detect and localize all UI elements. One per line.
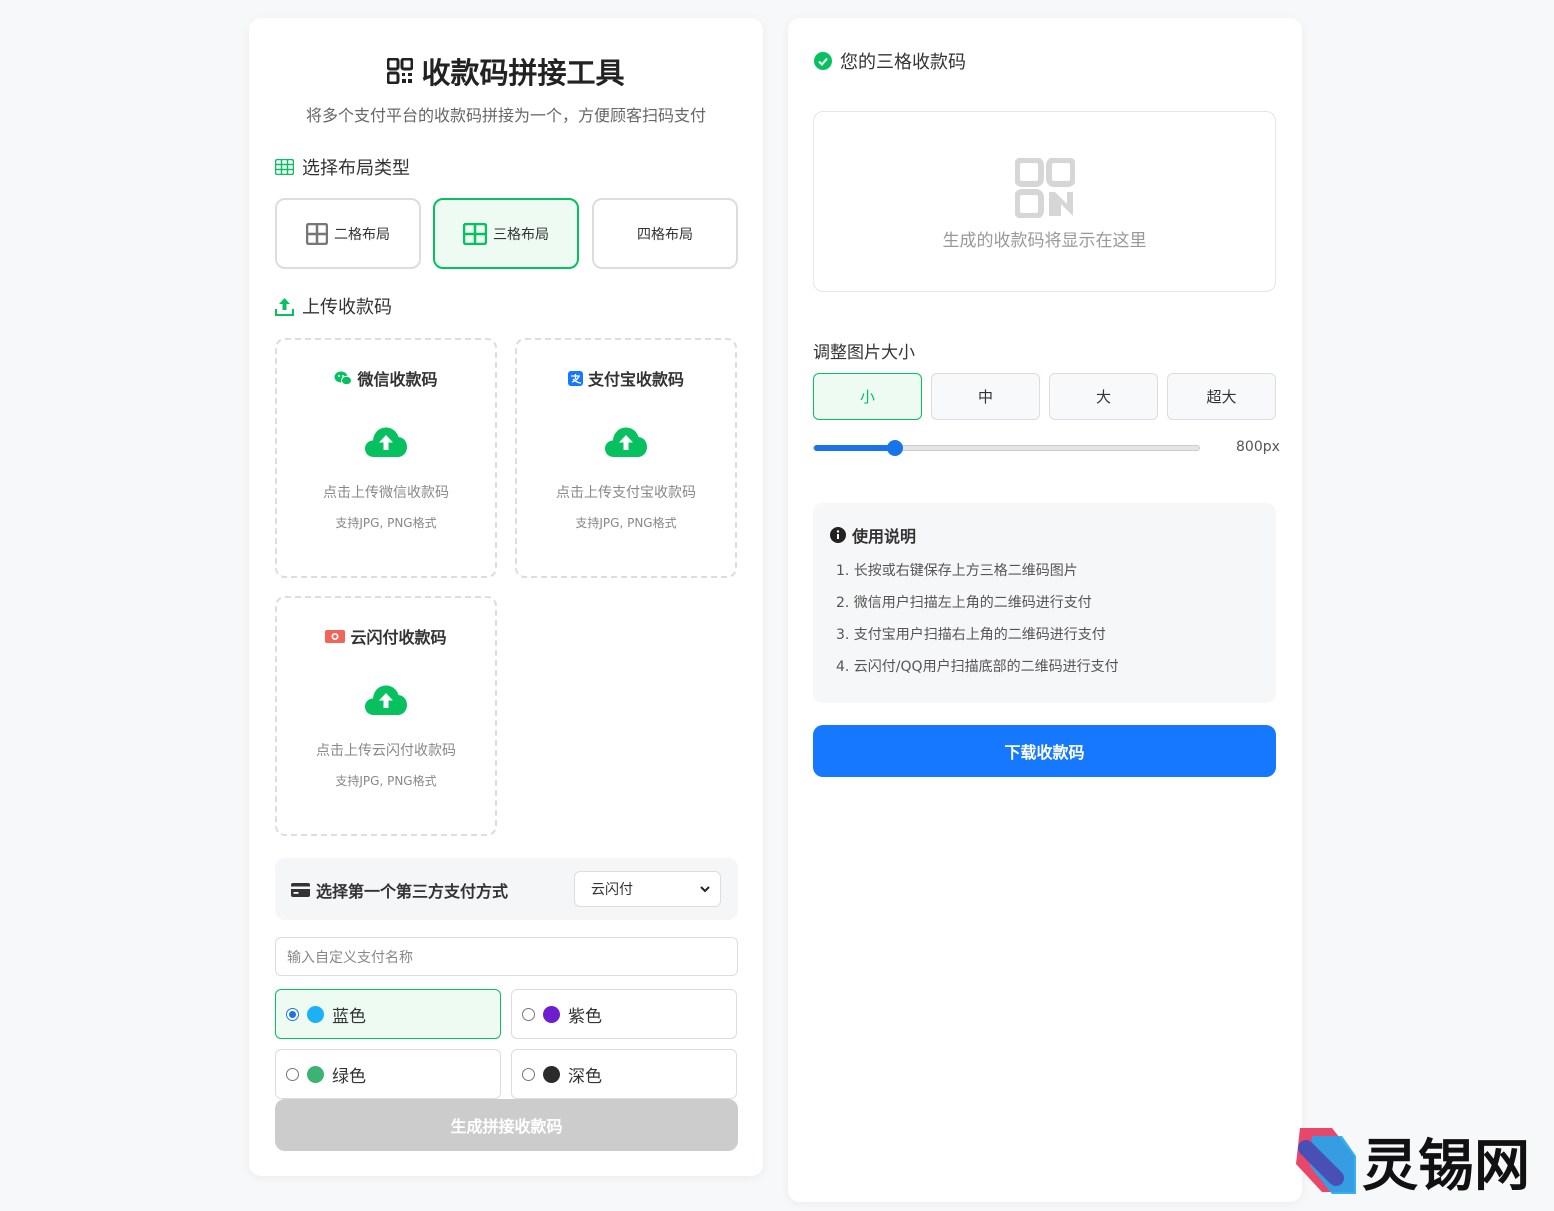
color-option-purple[interactable]: 紫色 xyxy=(511,989,737,1039)
upload-wechat-title: 微信收款码 xyxy=(277,366,495,390)
cloud-upload-icon xyxy=(277,426,495,458)
check-circle-icon xyxy=(814,52,832,70)
color-swatch xyxy=(543,1065,560,1083)
chevron-down-icon xyxy=(700,886,710,893)
color-swatch xyxy=(307,1065,324,1083)
instruction-item: 1. 长按或右键保存上方三格二维码图片 xyxy=(836,563,1078,579)
cloud-upload-icon xyxy=(517,426,735,458)
layout-option-two[interactable]: 二格布局 xyxy=(275,198,421,269)
info-icon xyxy=(830,527,846,543)
layout-option-label: 二格布局 xyxy=(334,226,390,243)
upload-unionpay[interactable]: 云闪付收款码 点击上传云闪付收款码 支持JPG, PNG格式 xyxy=(275,596,497,836)
size-option-large[interactable]: 大 xyxy=(1049,373,1158,420)
upload-icon xyxy=(275,297,294,316)
instruction-item: 3. 支付宝用户扫描右上角的二维码进行支付 xyxy=(836,627,1106,643)
wechat-icon xyxy=(334,371,353,385)
grid-two-icon xyxy=(306,222,328,245)
upload-alipay[interactable]: 支付宝收款码 点击上传支付宝收款码 支持JPG, PNG格式 xyxy=(515,338,737,578)
color-swatch xyxy=(543,1005,560,1023)
slider-fill xyxy=(814,445,895,451)
generate-button[interactable]: 生成拼接收款码 xyxy=(275,1099,738,1151)
layout-option-four[interactable]: 四格布局 xyxy=(592,198,738,269)
radio-button[interactable] xyxy=(522,1067,535,1081)
color-label: 紫色 xyxy=(568,1006,602,1027)
color-swatch xyxy=(307,1005,324,1023)
upload-format: 支持JPG, PNG格式 xyxy=(335,516,437,530)
upload-section-title: 上传收款码 xyxy=(275,293,392,319)
layout-section-label: 选择布局类型 xyxy=(302,158,410,179)
color-label: 深色 xyxy=(568,1066,602,1087)
upload-format: 支持JPG, PNG格式 xyxy=(575,516,677,530)
layout-section-title: 选择布局类型 xyxy=(275,154,410,180)
color-label: 绿色 xyxy=(332,1066,366,1087)
qrcode-icon xyxy=(387,58,414,84)
upload-hint: 点击上传支付宝收款码 xyxy=(556,485,696,501)
settings-panel: 收款码拼接工具 将多个支付平台的收款码拼接为一个，方便顾客扫码支付 选择布局类型… xyxy=(249,18,763,1176)
instruction-item: 2. 微信用户扫描左上角的二维码进行支付 xyxy=(836,595,1092,611)
size-option-medium[interactable]: 中 xyxy=(931,373,1040,420)
cloud-upload-icon xyxy=(277,684,495,716)
layout-option-three[interactable]: 三格布局 xyxy=(433,198,579,269)
upload-unionpay-title: 云闪付收款码 xyxy=(277,624,495,648)
size-value: 800px xyxy=(1236,439,1280,455)
color-option-green[interactable]: 绿色 xyxy=(275,1049,501,1099)
upload-alipay-title: 支付宝收款码 xyxy=(517,366,735,390)
third-party-label: 选择第一个第三方支付方式 xyxy=(291,878,508,902)
radio-button[interactable] xyxy=(286,1067,299,1081)
third-party-label-text: 选择第一个第三方支付方式 xyxy=(316,882,509,901)
result-preview: 生成的收款码将显示在这里 xyxy=(813,111,1276,292)
alipay-icon xyxy=(567,370,583,386)
table-icon xyxy=(275,159,294,175)
layout-option-label: 三格布局 xyxy=(493,226,549,243)
upload-format: 支持JPG, PNG格式 xyxy=(335,774,437,788)
instruction-item: 4. 云闪付/QQ用户扫描底部的二维码进行支付 xyxy=(836,659,1119,675)
instructions-title: 使用说明 xyxy=(830,523,916,547)
download-button[interactable]: 下载收款码 xyxy=(813,725,1276,777)
result-title-text: 您的三格收款码 xyxy=(840,52,966,73)
page-subtitle: 将多个支付平台的收款码拼接为一个，方便顾客扫码支付 xyxy=(305,106,706,125)
radio-button[interactable] xyxy=(286,1007,299,1021)
watermark-logo: 灵锡网 xyxy=(1292,1124,1540,1199)
upload-title-text: 支付宝收款码 xyxy=(587,370,684,389)
color-option-blue[interactable]: 蓝色 xyxy=(275,989,501,1039)
layout-option-label: 四格布局 xyxy=(637,226,693,243)
credit-card-icon xyxy=(291,883,310,897)
result-panel: 您的三格收款码 生成的收款码将显示在这里 调整图片大小 小 中 大 超大 800… xyxy=(788,18,1302,1202)
instructions-title-text: 使用说明 xyxy=(852,527,917,546)
upload-section-label: 上传收款码 xyxy=(302,297,392,318)
result-title: 您的三格收款码 xyxy=(814,48,966,74)
qrcode-placeholder-icon xyxy=(1015,158,1075,218)
color-option-dark[interactable]: 深色 xyxy=(511,1049,737,1099)
custom-name-input[interactable]: 输入自定义支付名称 xyxy=(275,937,738,976)
third-party-selected: 云闪付 xyxy=(591,882,633,898)
brand-logo-icon xyxy=(1296,1128,1356,1194)
upload-wechat[interactable]: 微信收款码 点击上传微信收款码 支持JPG, PNG格式 xyxy=(275,338,497,578)
third-party-select[interactable]: 云闪付 xyxy=(574,871,721,907)
color-label: 蓝色 xyxy=(332,1006,366,1027)
upload-hint: 点击上传微信收款码 xyxy=(323,485,449,501)
radio-button[interactable] xyxy=(522,1007,535,1021)
instructions-box: 使用说明 1. 长按或右键保存上方三格二维码图片 2. 微信用户扫描左上角的二维… xyxy=(813,503,1276,703)
watermark-text: 灵锡网 xyxy=(1362,1133,1530,1199)
page-title-text: 收款码拼接工具 xyxy=(421,56,625,90)
size-title: 调整图片大小 xyxy=(813,343,915,363)
grid-three-icon xyxy=(463,222,487,245)
preview-placeholder-text: 生成的收款码将显示在这里 xyxy=(942,231,1147,251)
size-option-small[interactable]: 小 xyxy=(813,373,922,420)
size-option-xlarge[interactable]: 超大 xyxy=(1167,373,1276,420)
upload-hint: 点击上传云闪付收款码 xyxy=(316,743,456,759)
upload-title-text: 云闪付收款码 xyxy=(350,628,447,647)
page-title: 收款码拼接工具 xyxy=(249,50,763,92)
slider-thumb[interactable] xyxy=(886,440,903,456)
money-icon xyxy=(325,629,346,643)
upload-title-text: 微信收款码 xyxy=(357,370,438,389)
third-party-row: 选择第一个第三方支付方式 云闪付 xyxy=(275,858,738,920)
size-slider[interactable] xyxy=(813,440,1200,456)
custom-name-placeholder: 输入自定义支付名称 xyxy=(287,949,413,966)
